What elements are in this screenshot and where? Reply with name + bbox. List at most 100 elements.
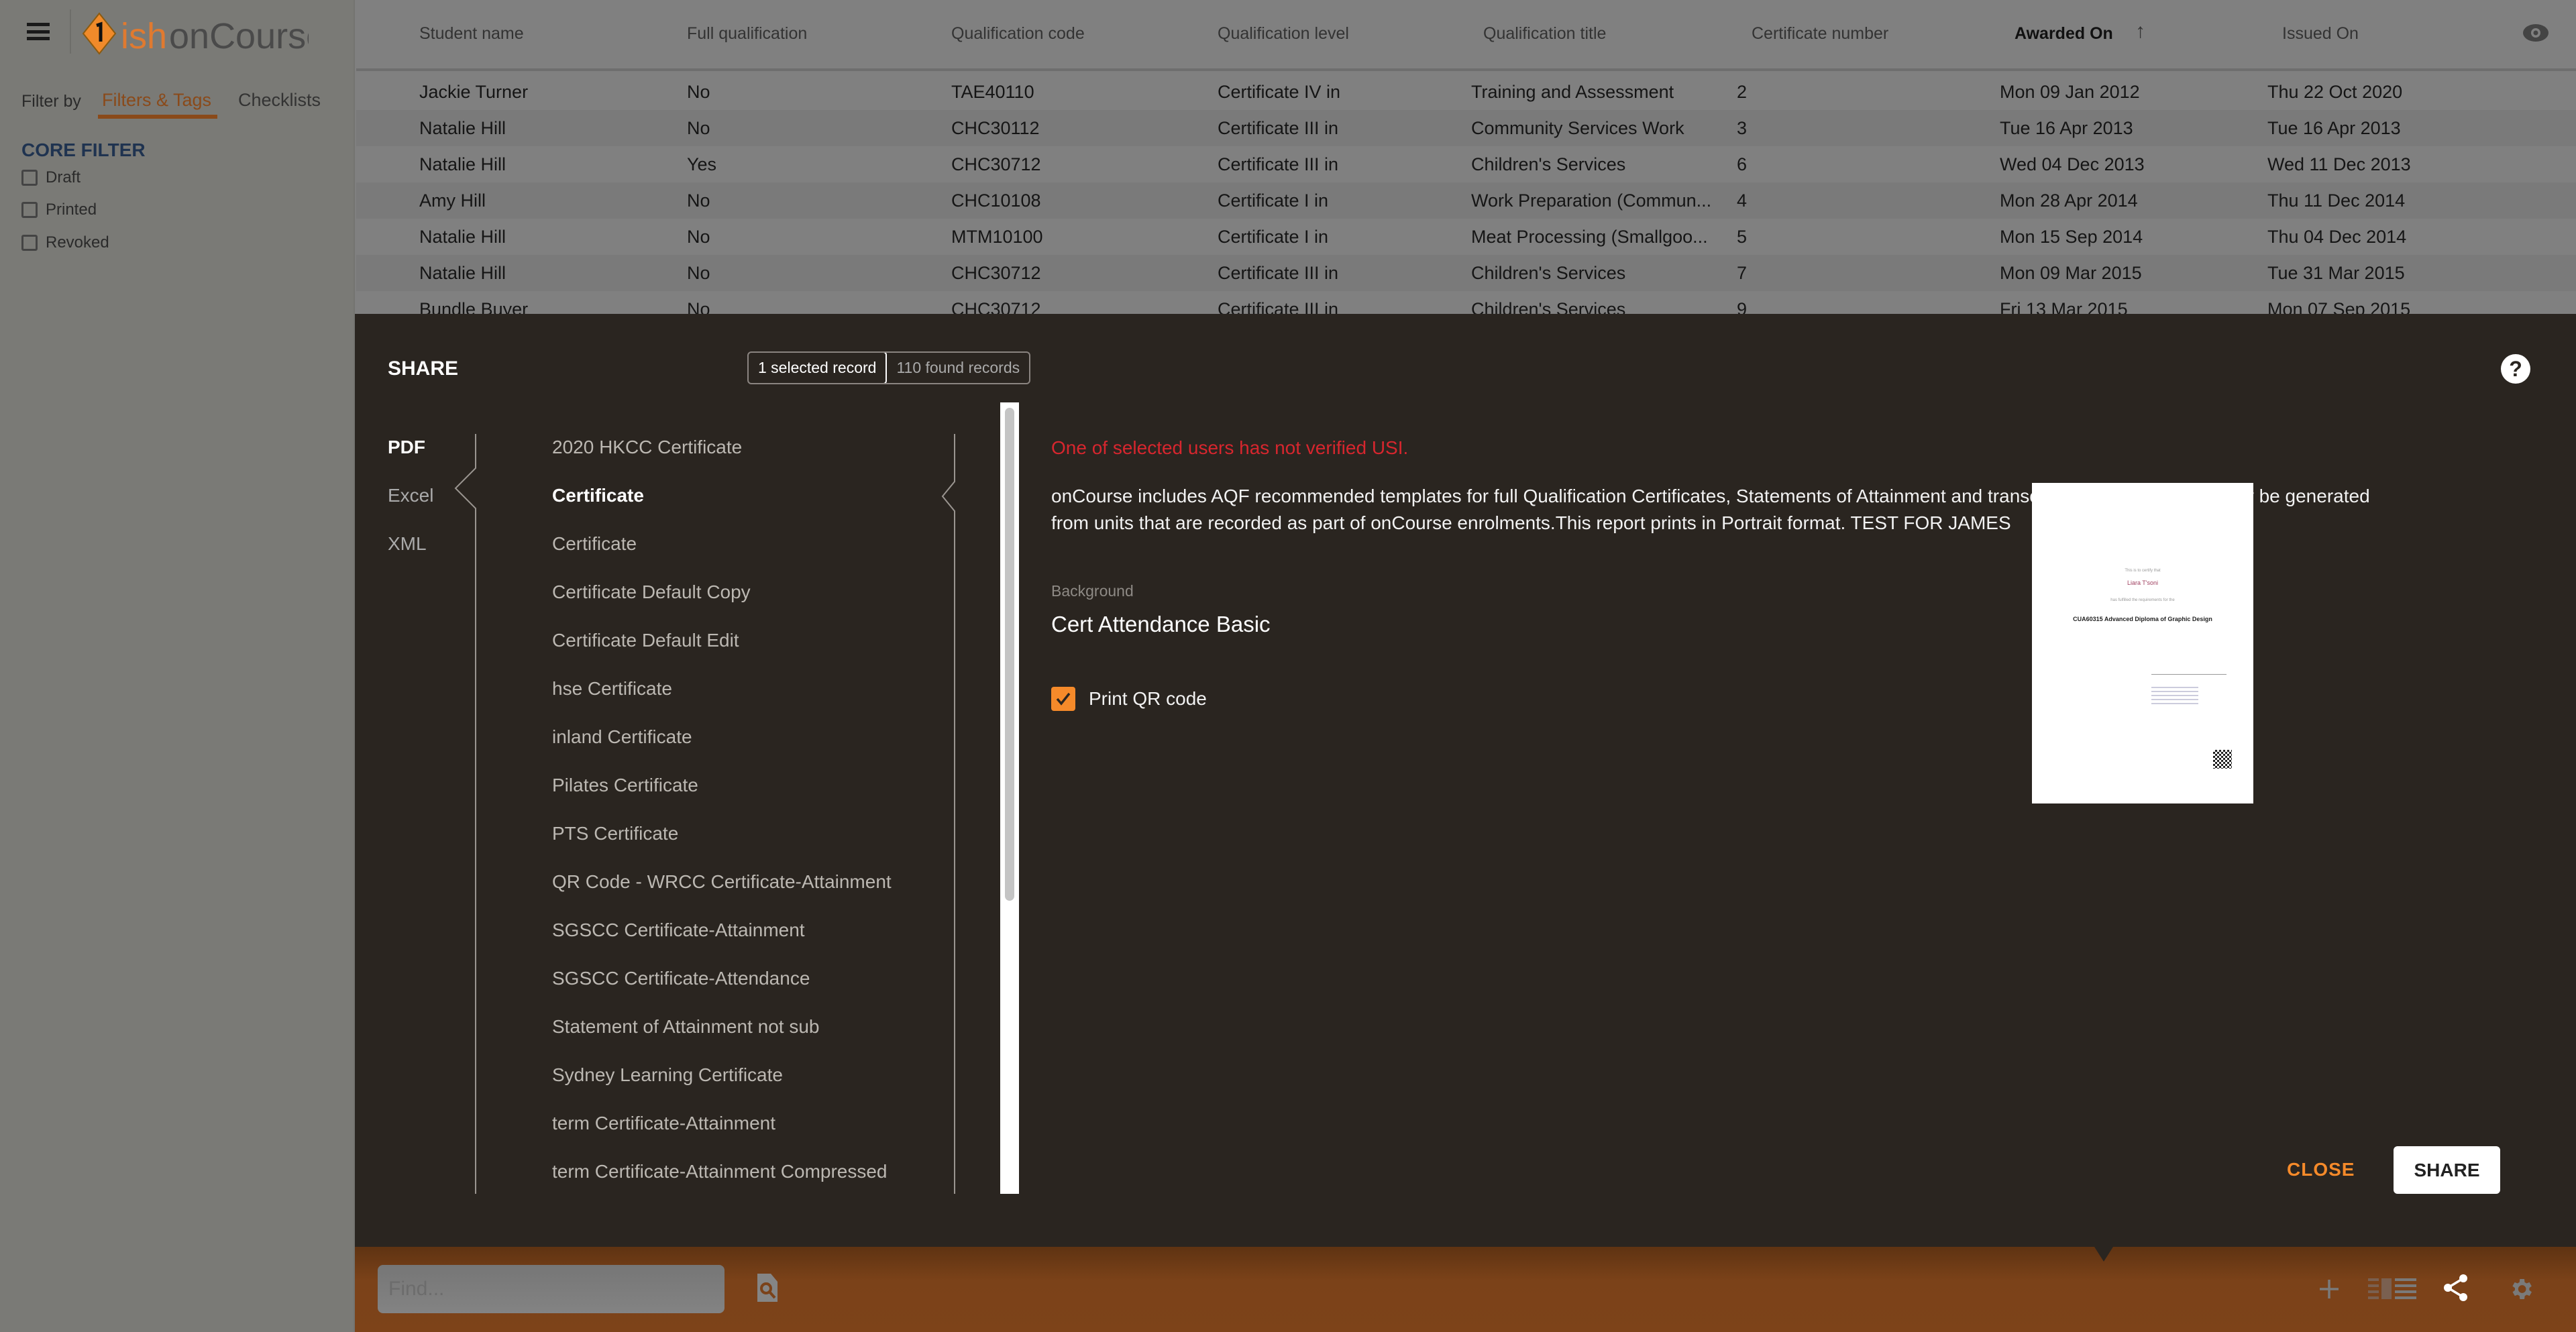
column-header[interactable]: Qualification title [1483, 24, 1606, 44]
column-header[interactable]: Awarded On [2015, 24, 2113, 44]
svg-text:ish: ish [121, 16, 167, 56]
share-icon[interactable] [2443, 1274, 2469, 1302]
preview-line: This is to certify that [2125, 569, 2161, 573]
template-item[interactable]: term Certificate-Attainment [552, 1113, 775, 1134]
table-cell: CHC30712 [951, 263, 1041, 283]
scrollbar-thumb[interactable] [1005, 408, 1014, 901]
certificates-table: Student name Full qualification Qualificat… [356, 0, 2576, 315]
filter-label: Draft [46, 168, 81, 186]
template-item[interactable]: Pilates Certificate [552, 775, 698, 796]
plus-icon[interactable] [2319, 1279, 2339, 1299]
table-cell: Mon 07 Sep 2015 [2267, 299, 2411, 315]
table-row[interactable]: Natalie Hill No CHC30112 Certificate III in… [356, 110, 2576, 146]
table-row[interactable]: Amy Hill No CHC10108 Certificate I in Work P… [356, 182, 2576, 219]
column-header[interactable]: Qualification code [951, 24, 1085, 44]
table-cell: MTM10100 [951, 227, 1043, 247]
close-button[interactable]: CLOSE [2287, 1159, 2355, 1180]
found-records-option[interactable]: 110 found records [887, 353, 1029, 383]
table-cell: Natalie Hill [419, 263, 506, 283]
table-cell: Certificate III in [1218, 154, 1339, 174]
table-cell: Mon 28 Apr 2014 [2000, 190, 2138, 211]
find-input[interactable] [378, 1265, 724, 1313]
template-item[interactable]: inland Certificate [552, 726, 692, 748]
hamburger-menu-icon[interactable] [27, 23, 50, 40]
help-icon[interactable]: ? [2501, 354, 2530, 384]
template-item[interactable]: term Certificate-Attainment Compressed [552, 1161, 888, 1182]
usi-error-message: One of selected users has not verified U… [1051, 437, 1409, 458]
template-item[interactable]: Certificate [552, 533, 637, 555]
template-item[interactable]: Certificate Default Edit [552, 630, 739, 651]
table-row[interactable]: Jackie Turner No TAE40110 Certificate IV in… [356, 74, 2576, 110]
column-header[interactable]: Student name [419, 24, 524, 44]
table-cell: Amy Hill [419, 190, 486, 211]
format-xml[interactable]: XML [388, 533, 427, 555]
background-label: Background [1051, 582, 1134, 600]
column-header[interactable]: Full qualification [687, 24, 807, 44]
table-cell: Children's Services [1471, 299, 1626, 315]
column-header[interactable]: Issued On [2282, 24, 2359, 44]
column-header[interactable]: Qualification level [1218, 24, 1349, 44]
table-cell: Thu 22 Oct 2020 [2267, 82, 2403, 102]
filter-revoked[interactable]: Revoked [21, 233, 109, 252]
table-cell: Certificate III in [1218, 263, 1339, 283]
table-cell: Tue 16 Apr 2013 [2000, 118, 2133, 138]
find-in-page-icon[interactable] [756, 1274, 779, 1302]
template-item[interactable]: Statement of Attainment not sub [552, 1016, 819, 1038]
table-cell: Meat Processing (Smallgoo... [1471, 227, 1708, 247]
table-cell: Natalie Hill [419, 118, 506, 138]
table-cell: No [687, 299, 710, 315]
checkbox[interactable] [21, 235, 38, 251]
list-view-icon[interactable] [2368, 1278, 2416, 1300]
table-cell: CHC30712 [951, 299, 1041, 315]
print-qr-checkbox-row[interactable]: Print QR code [1051, 687, 1207, 711]
table-row[interactable]: Natalie Hill Yes CHC30712 Certificate III i… [356, 146, 2576, 182]
table-cell: Certificate III in [1218, 118, 1339, 138]
selected-record-option[interactable]: 1 selected record [749, 353, 888, 383]
table-row[interactable]: Natalie Hill No CHC30712 Certificate III in… [356, 255, 2576, 291]
template-item[interactable]: QR Code - WRCC Certificate-Attainment [552, 871, 892, 893]
print-qr-checkbox[interactable] [1051, 687, 1075, 711]
template-item[interactable]: Certificate Default Copy [552, 581, 751, 603]
tab-checklists[interactable]: Checklists [238, 90, 321, 111]
template-item[interactable]: SGSCC Certificate-Attendance [552, 968, 810, 989]
table-cell: Mon 15 Sep 2014 [2000, 227, 2143, 247]
template-item[interactable]: SGSCC Certificate-Attainment [552, 920, 805, 941]
format-excel[interactable]: Excel [388, 485, 433, 506]
table-row[interactable]: Bundle Buyer No CHC30712 Certificate III in… [356, 291, 2576, 315]
checkbox[interactable] [21, 202, 38, 218]
table-cell: TAE40110 [951, 82, 1034, 102]
template-item[interactable]: hse Certificate [552, 678, 672, 700]
template-item[interactable]: Certificate [552, 485, 644, 506]
template-divider [941, 434, 955, 1194]
table-row[interactable]: Natalie Hill No MTM10100 Certificate I in Me… [356, 219, 2576, 255]
checkbox[interactable] [21, 170, 38, 186]
table-cell: 6 [1737, 154, 1748, 174]
table-cell: Tue 16 Apr 2013 [2267, 118, 2401, 138]
sort-ascending-icon[interactable]: ↑ [2135, 20, 2145, 43]
table-cell: 7 [1737, 263, 1748, 283]
template-item[interactable]: Sydney Learning Certificate [552, 1064, 783, 1086]
table-cell: CHC10108 [951, 190, 1041, 211]
table-cell: Jackie Turner [419, 82, 529, 102]
filter-printed[interactable]: Printed [21, 201, 97, 219]
template-item[interactable]: PTS Certificate [552, 823, 678, 844]
template-item[interactable]: 2020 HKCC Certificate [552, 437, 742, 458]
table-cell: Work Preparation (Commun... [1471, 190, 1712, 211]
background-value[interactable]: Cert Attendance Basic [1051, 612, 1271, 637]
share-button[interactable]: SHARE [2394, 1146, 2500, 1194]
table-cell: Yes [687, 154, 717, 174]
table-cell: Thu 11 Dec 2014 [2267, 190, 2406, 211]
table-cell: CHC30712 [951, 154, 1041, 174]
check-icon [1056, 692, 1071, 706]
filter-draft[interactable]: Draft [21, 168, 80, 187]
table-cell: No [687, 263, 710, 283]
column-header[interactable]: Certificate number [1752, 24, 1888, 44]
table-cell: Mon 09 Jan 2012 [2000, 82, 2140, 102]
gear-icon[interactable] [2508, 1276, 2534, 1302]
tab-filters-tags[interactable]: Filters & Tags [102, 90, 211, 111]
dialog-pointer [2094, 1247, 2113, 1262]
format-pdf[interactable]: PDF [388, 437, 425, 458]
column-visibility-eye-icon[interactable] [2522, 23, 2549, 43]
table-header: Student name Full qualification Qualificat… [356, 0, 2576, 71]
preview-details [2151, 684, 2198, 704]
